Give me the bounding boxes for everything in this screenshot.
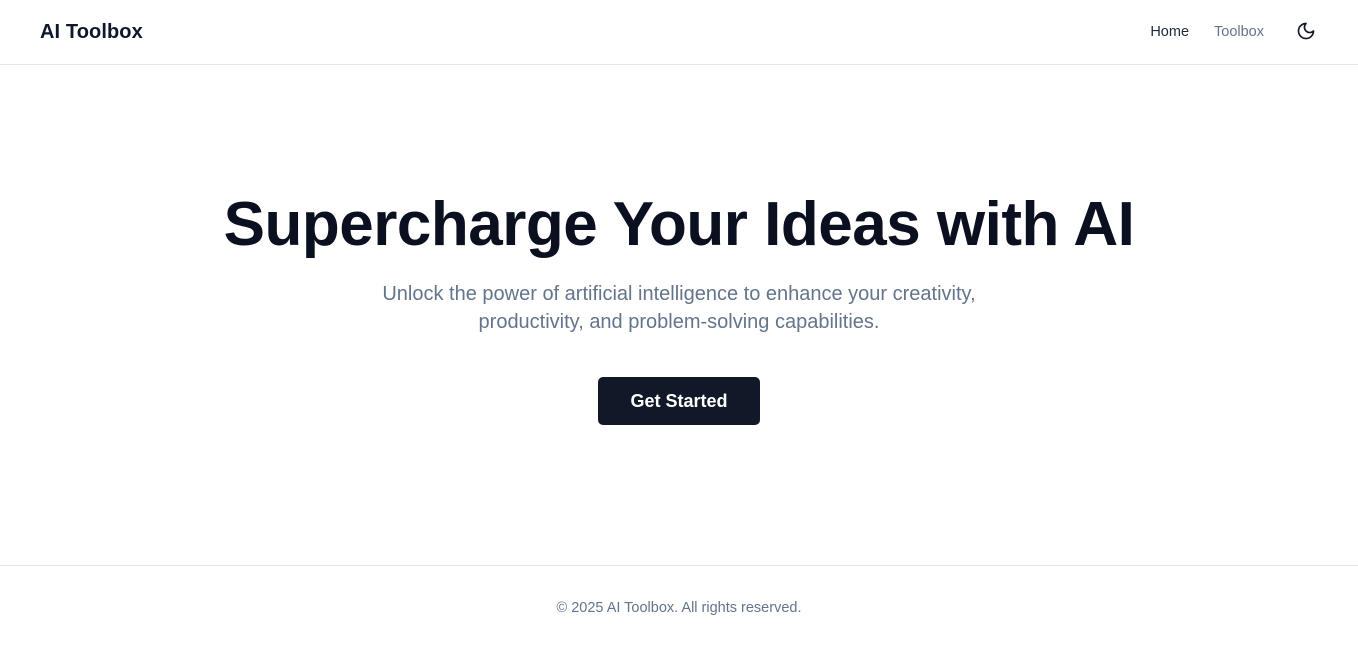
nav-link-toolbox[interactable]: Toolbox — [1214, 24, 1264, 40]
moon-icon — [1296, 21, 1316, 44]
get-started-button[interactable]: Get Started — [598, 377, 760, 425]
site-footer: © 2025 AI Toolbox. All rights reserved. — [0, 565, 1358, 650]
hero-subtitle: Unlock the power of artificial intellige… — [382, 283, 976, 333]
hero-section: Supercharge Your Ideas with AI Unlock th… — [0, 65, 1358, 565]
site-header: AI Toolbox Home Toolbox — [0, 0, 1358, 65]
footer-copyright: © 2025 AI Toolbox. All rights reserved. — [556, 600, 802, 616]
theme-toggle-button[interactable] — [1294, 20, 1318, 44]
main-nav: Home Toolbox — [1125, 20, 1318, 44]
nav-link-home[interactable]: Home — [1150, 24, 1189, 40]
hero-title: Supercharge Your Ideas with AI — [223, 190, 1135, 259]
brand-logo-text[interactable]: AI Toolbox — [40, 21, 143, 44]
